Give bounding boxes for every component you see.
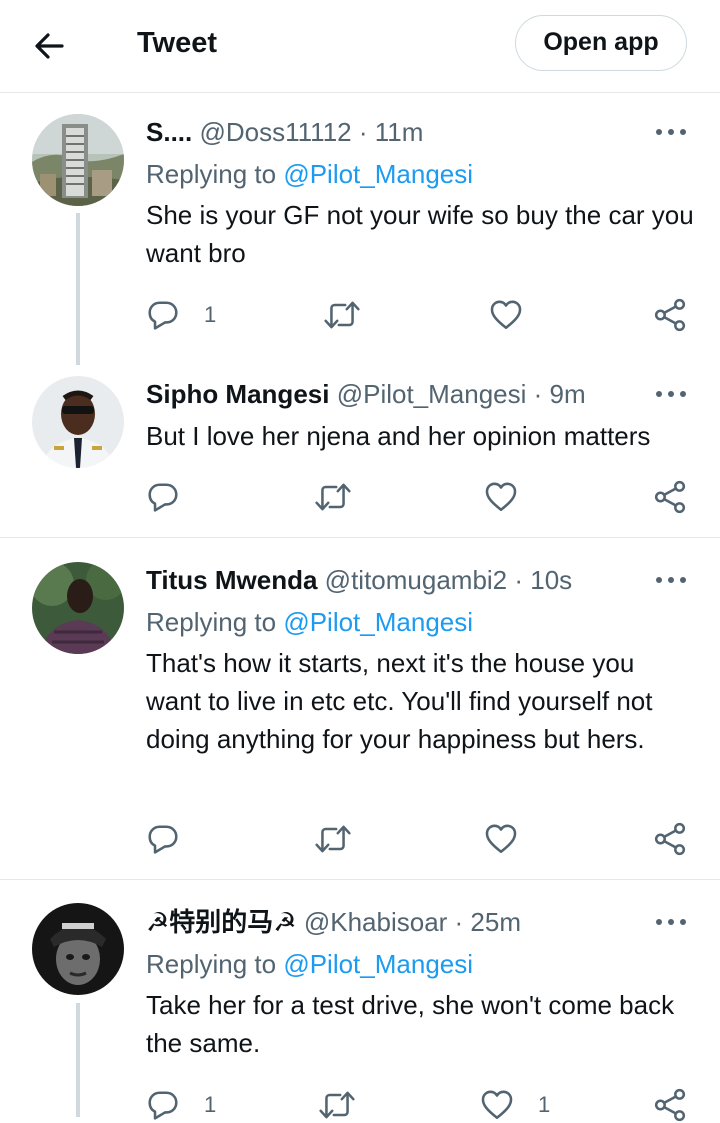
share-button[interactable]: [653, 1087, 687, 1123]
avatar[interactable]: [32, 903, 124, 995]
more-dots-icon[interactable]: [653, 912, 689, 932]
retweet-button[interactable]: [318, 1087, 356, 1123]
replying-to: Replying to @Pilot_Mangesi: [146, 947, 473, 981]
like-count: 1: [538, 1092, 551, 1117]
tweet-text: Take her for a test drive, she won't com…: [146, 990, 675, 1058]
reply-button[interactable]: 1: [146, 1087, 216, 1123]
author-handle-time[interactable]: @Khabisoar · 25m: [304, 907, 521, 937]
reply-count: 1: [204, 1092, 217, 1117]
replying-to-label: Replying to: [146, 949, 277, 979]
thread-line: [76, 1003, 80, 1117]
tweet-header: ☭特别的马☭ @Khabisoar · 25m: [146, 905, 521, 939]
like-button[interactable]: 1: [480, 1087, 550, 1123]
replying-to-handle[interactable]: @Pilot_Mangesi: [283, 949, 473, 979]
author-name[interactable]: ☭特别的马☭: [146, 907, 297, 937]
tweet[interactable]: ☭特别的马☭ @Khabisoar · 25m Replying to @Pil…: [0, 0, 720, 1117]
